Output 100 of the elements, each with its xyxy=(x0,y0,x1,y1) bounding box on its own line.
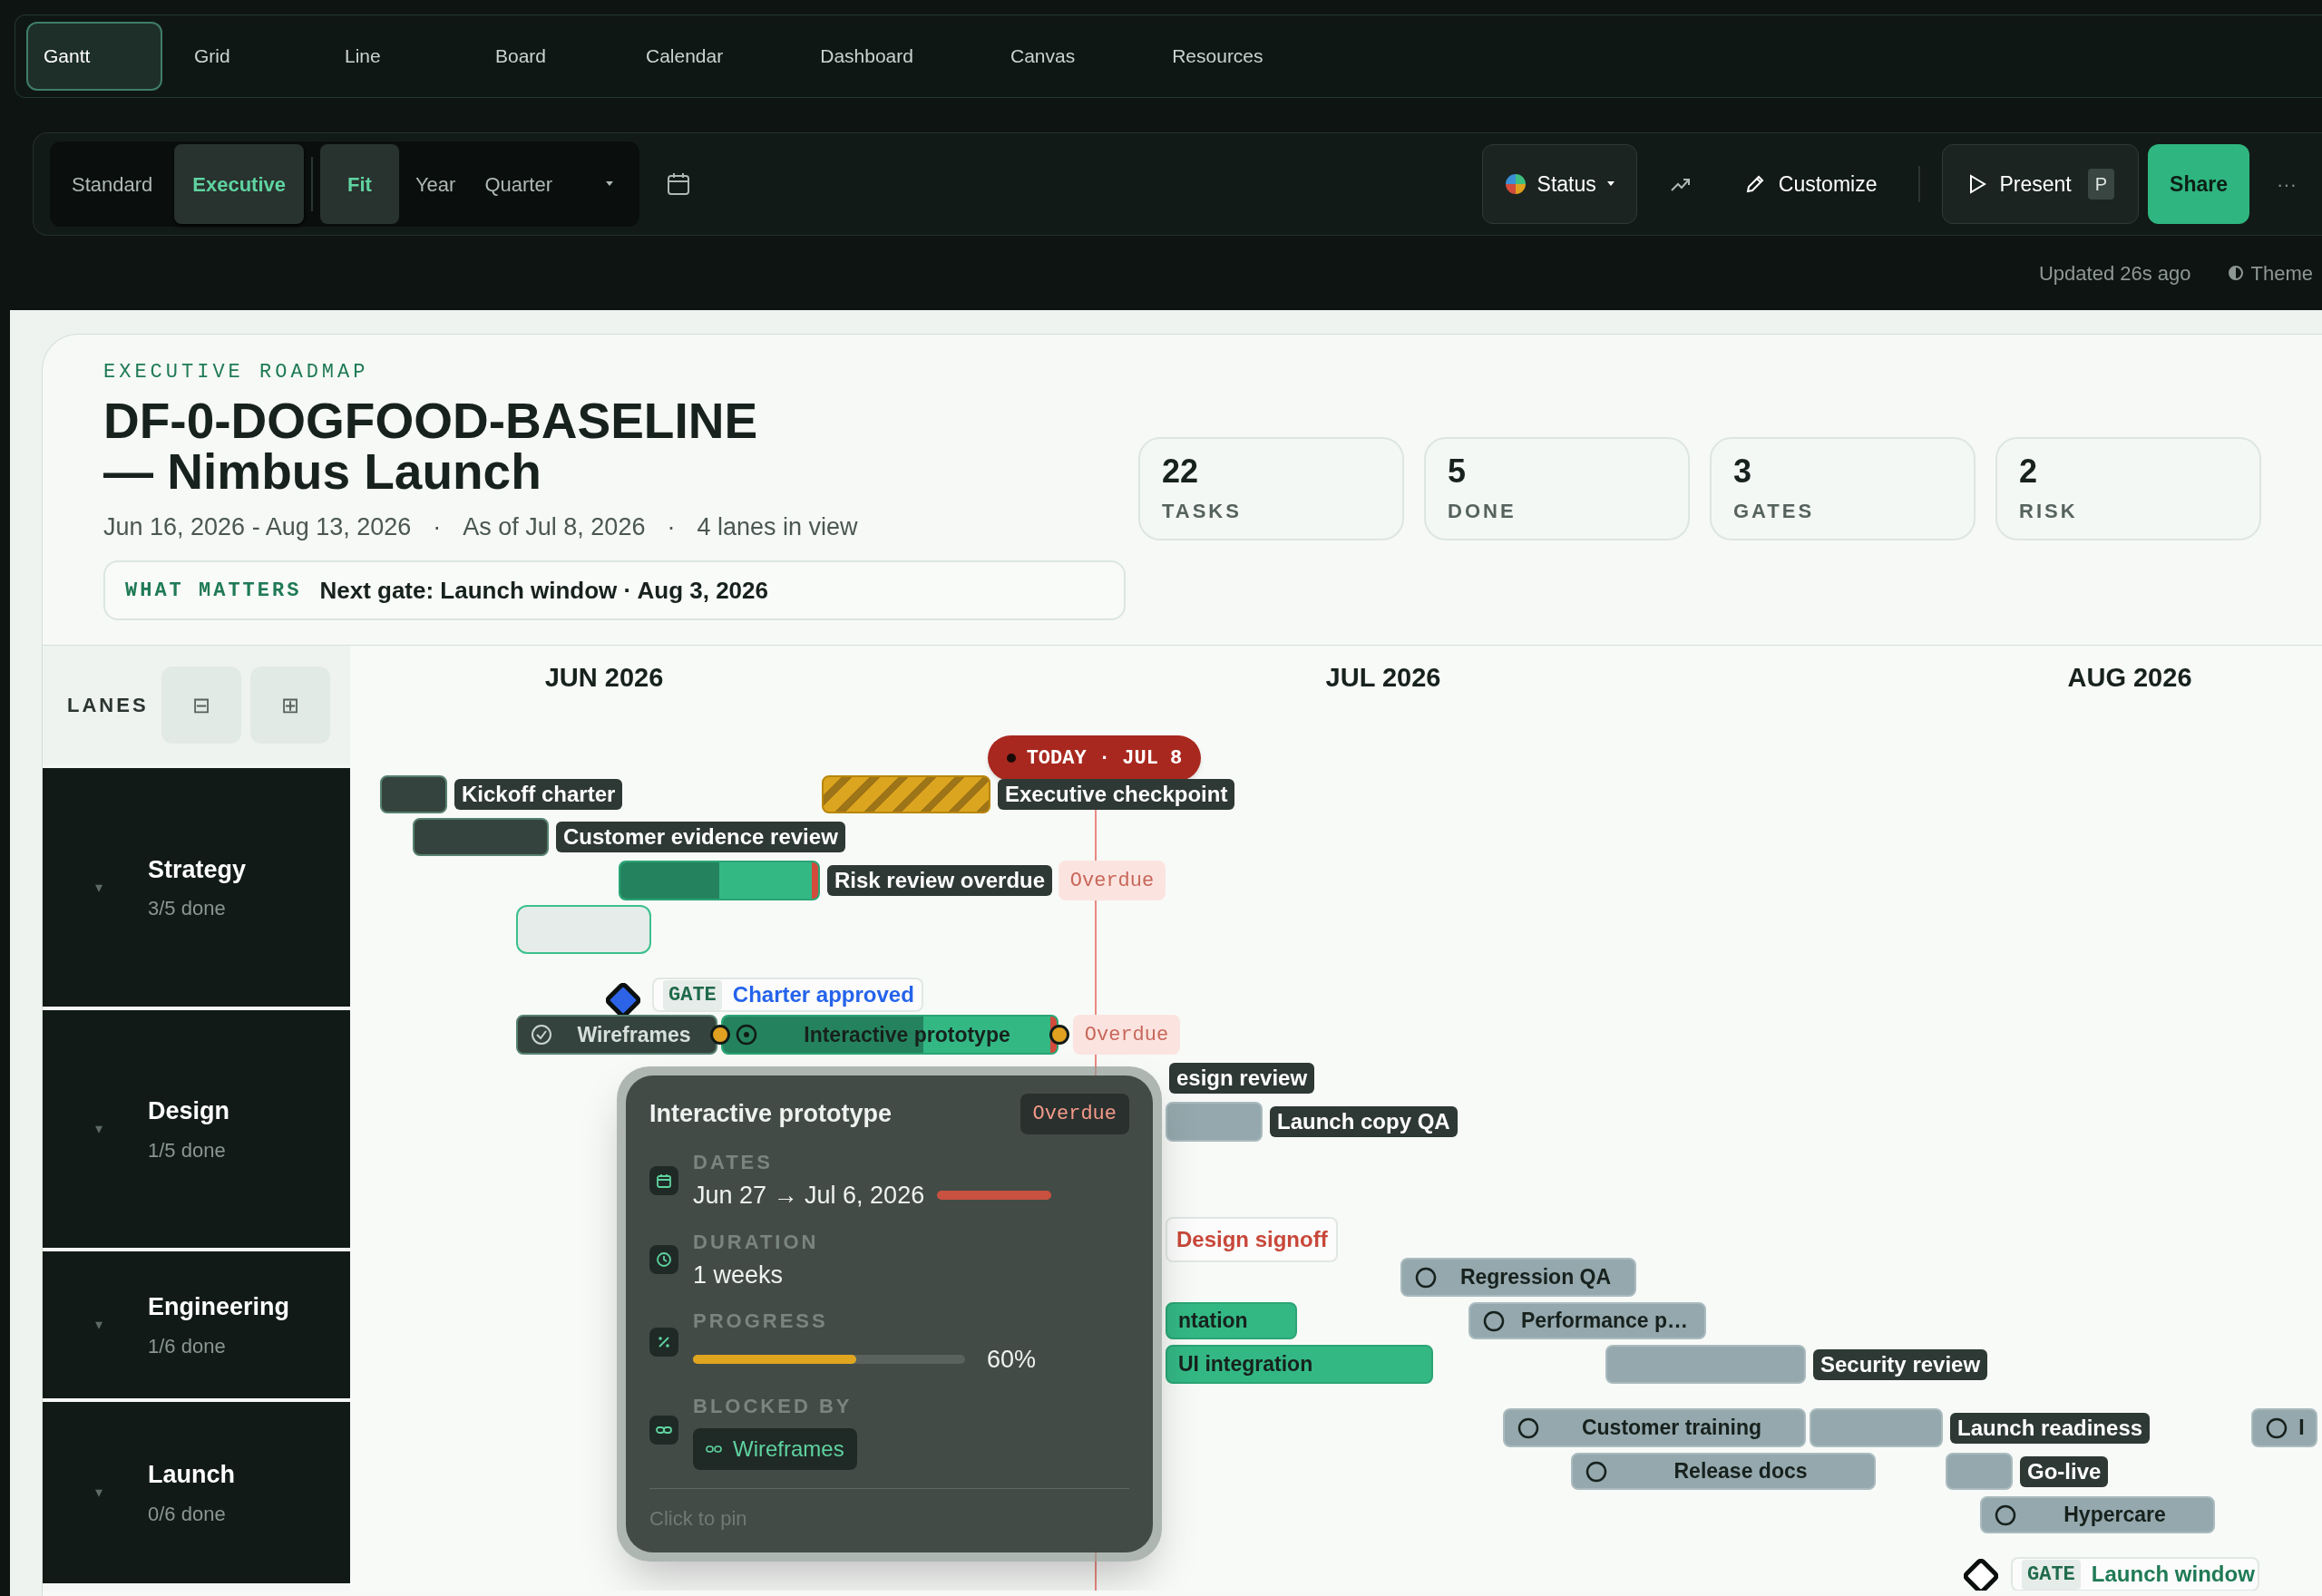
field-value: Jun 27 → Jul 6, 2026 xyxy=(693,1181,925,1211)
lane-done-count: 1/6 done xyxy=(148,1333,227,1359)
month-label: JUL 2026 xyxy=(1325,662,1441,694)
view-tab[interactable]: Board xyxy=(478,22,614,91)
percent-icon xyxy=(649,1327,678,1357)
eyebrow-text: EXECUTIVE ROADMAP xyxy=(103,360,370,385)
gate-card[interactable]: Design signoff xyxy=(1166,1217,1338,1262)
calendar-icon[interactable] xyxy=(666,172,690,196)
task-bar[interactable]: Performance p… xyxy=(1468,1302,1706,1339)
circle-icon xyxy=(1415,1266,1437,1289)
share-button[interactable]: Share xyxy=(2148,144,2249,224)
caret-icon[interactable] xyxy=(604,180,614,188)
task-bar[interactable]: Wireframes xyxy=(516,1015,717,1055)
theme-button[interactable]: Theme xyxy=(2227,258,2313,288)
lane-name: Design xyxy=(148,1096,230,1127)
stat-label: RISK xyxy=(2019,498,2079,524)
gate-name: Launch window xyxy=(2091,1561,2255,1588)
status-chip: Overdue xyxy=(1073,1015,1180,1055)
task-name: Customer training xyxy=(1580,1415,1763,1442)
month-label: JUN 2026 xyxy=(544,662,664,694)
lane-done-count: 3/5 done xyxy=(148,896,227,922)
meta-text: Jun 16, 2026 - Aug 13, 2026 xyxy=(103,512,412,542)
title-text: DF-0-DOGFOOD-BASELINE xyxy=(103,395,759,446)
task-bar[interactable]: UI integration xyxy=(1166,1345,1433,1384)
task-label: Go-live xyxy=(2020,1455,2109,1487)
circle-icon xyxy=(2266,1416,2288,1439)
task-bar[interactable]: Regression QA xyxy=(1400,1258,1636,1297)
expand-all-button[interactable]: ⊞ xyxy=(249,667,330,744)
field-label: PROGRESS xyxy=(693,1309,829,1334)
stat-value: 5 xyxy=(1448,452,1468,491)
task-name: Hypercare xyxy=(2063,1502,2167,1529)
month-label: AUG 2026 xyxy=(2067,662,2192,694)
view-tab[interactable]: Calendar xyxy=(629,22,789,91)
task-bar[interactable]: Interactive prototype xyxy=(721,1015,1059,1055)
shortcut-key: P xyxy=(2087,169,2115,200)
calendar-icon xyxy=(649,1165,678,1195)
zoom-tab[interactable]: Fit xyxy=(320,144,399,224)
view-tab[interactable]: Resources xyxy=(1155,22,1329,91)
customize-button[interactable]: Customize xyxy=(1743,157,1878,211)
task-label: Security review xyxy=(1813,1348,1988,1380)
collapse-all-button[interactable]: ⊟ xyxy=(161,667,241,744)
density-tab[interactable]: Standard xyxy=(54,144,171,224)
meta-text: As of Jul 8, 2026 xyxy=(463,512,646,542)
meta-text: 4 lanes in view xyxy=(697,512,858,542)
view-tab[interactable]: Line xyxy=(327,22,463,91)
task-name: Release docs xyxy=(1673,1458,1809,1485)
more-button[interactable]: ··· xyxy=(2277,169,2297,200)
zoom-tab[interactable]: Year xyxy=(402,144,469,224)
status-button[interactable]: Status xyxy=(1481,144,1637,224)
task-label: Launch readiness xyxy=(1950,1412,2151,1444)
task-name: UI integration xyxy=(1177,1351,1313,1378)
gate-card[interactable]: GATE Launch window xyxy=(2011,1557,2259,1591)
circle-icon xyxy=(1483,1309,1505,1332)
gate-name: Design signoff xyxy=(1176,1226,1328,1253)
present-button[interactable]: Present P xyxy=(1942,144,2140,224)
gate-tag: GATE xyxy=(2022,1559,2081,1590)
tooltip-title: Interactive prototype xyxy=(649,1099,893,1130)
task-label: Launch copy QA xyxy=(1270,1106,1458,1137)
task-bar[interactable] xyxy=(413,818,549,856)
gate-name: Charter approved xyxy=(732,981,914,1008)
link-handle[interactable] xyxy=(1049,1025,1069,1045)
link-icon xyxy=(706,1444,722,1454)
trend-icon[interactable] xyxy=(1669,176,1692,192)
status-chip: Overdue xyxy=(1059,861,1166,900)
task-bar[interactable]: Customer training xyxy=(1503,1408,1806,1447)
link-icon xyxy=(649,1416,678,1445)
task-bar[interactable]: Hypercare xyxy=(1980,1496,2215,1533)
task-name: Performance p… xyxy=(1519,1308,1690,1335)
pie-chart-icon xyxy=(1504,173,1527,195)
task-bar[interactable]: I xyxy=(2251,1408,2317,1447)
dependency-chip[interactable]: Wireframes xyxy=(693,1427,857,1470)
progress-reading: 60% xyxy=(987,1345,1037,1375)
task-bar[interactable]: ntation xyxy=(1166,1302,1297,1339)
stat-label: TASKS xyxy=(1162,498,1243,524)
gate-tag: GATE xyxy=(663,979,722,1010)
task-bar[interactable] xyxy=(380,775,447,813)
view-tab[interactable]: Gantt xyxy=(26,22,162,91)
half-circle-icon xyxy=(2227,265,2244,281)
view-tab[interactable]: Grid xyxy=(177,22,313,91)
density-tab[interactable]: Executive xyxy=(174,144,305,224)
circle-icon xyxy=(1995,1504,2016,1526)
zoom-tab[interactable]: Quarter xyxy=(472,144,565,224)
task-bar[interactable]: Release docs xyxy=(1571,1453,1876,1490)
stat-label: DONE xyxy=(1448,498,1517,524)
view-tab[interactable]: Canvas xyxy=(992,22,1141,91)
circle-icon xyxy=(1517,1416,1539,1439)
task-name: Wireframes xyxy=(576,1021,692,1048)
task-name: ntation xyxy=(1177,1308,1248,1335)
clock-icon xyxy=(649,1245,678,1275)
task-name: Interactive prototype xyxy=(803,1021,1011,1048)
gate-card[interactable]: GATE Charter approved xyxy=(652,978,923,1012)
updated-text: Updated 26s ago xyxy=(2038,260,2191,287)
view-tab[interactable]: Dashboard xyxy=(803,22,979,91)
today-label: TODAY · JUL 8 xyxy=(1026,745,1183,772)
field-label: DURATION xyxy=(693,1229,819,1255)
status-badge: Overdue xyxy=(1020,1094,1129,1134)
task-label: Executive checkpoint xyxy=(998,779,1235,810)
field-label: DATES xyxy=(693,1150,774,1175)
stat-value: 3 xyxy=(1733,452,1753,491)
lane-done-count: 1/5 done xyxy=(148,1137,227,1163)
